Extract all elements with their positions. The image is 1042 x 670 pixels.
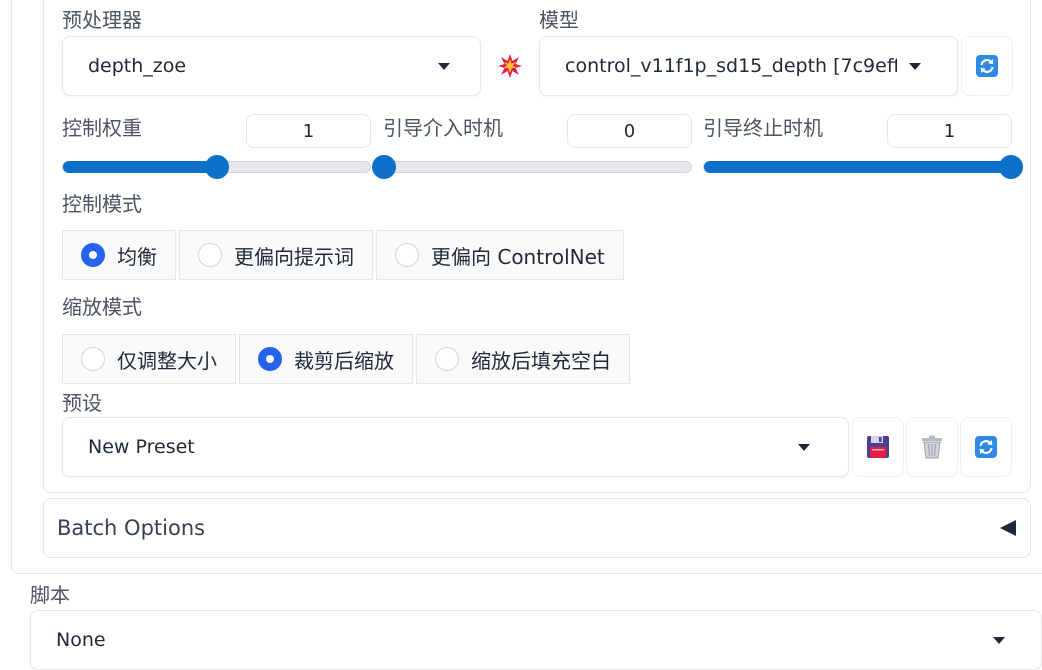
explosion-icon [498, 54, 522, 78]
save-preset-button[interactable] [852, 417, 904, 477]
chevron-down-icon [438, 62, 450, 70]
radio-option-label: 缩放后填充空白 [471, 348, 611, 373]
control-mode-option[interactable]: 更偏向 ControlNet [376, 230, 624, 280]
batch-options-accordion[interactable]: Batch Options [43, 498, 1031, 558]
chevron-down-icon [993, 636, 1005, 644]
preprocessor-value: depth_zoe [88, 55, 187, 77]
end-slider-fill [704, 161, 1011, 173]
start-slider[interactable] [372, 155, 692, 179]
radio-option-label: 仅调整大小 [117, 348, 217, 373]
script-dropdown[interactable]: None [30, 610, 1042, 670]
model-value: control_v11f1p_sd15_depth [7c9eff16] [565, 55, 897, 77]
end-label: 引导终止时机 [703, 116, 823, 140]
resize-mode-option[interactable]: 裁剪后缩放 [239, 334, 413, 384]
radio-button[interactable] [395, 243, 419, 267]
chevron-down-icon [798, 443, 810, 451]
radio-button[interactable] [258, 347, 282, 371]
radio-option-label: 更偏向提示词 [234, 244, 354, 269]
collapse-arrow-icon [1000, 520, 1016, 536]
floppy-disk-icon [867, 436, 889, 458]
end-number-input[interactable]: 1 [887, 114, 1012, 148]
end-slider-thumb[interactable] [999, 155, 1023, 179]
model-label: 模型 [539, 8, 579, 32]
preset-label: 预设 [62, 391, 102, 415]
start-label: 引导介入时机 [383, 116, 503, 140]
refresh-icon [976, 55, 998, 77]
weight-slider[interactable] [62, 155, 371, 179]
radio-button[interactable] [435, 347, 459, 371]
control-mode-radio-group: 均衡 更偏向提示词 更偏向 ControlNet [62, 230, 624, 280]
preset-value: New Preset [88, 436, 195, 458]
control-mode-option[interactable]: 更偏向提示词 [179, 230, 373, 280]
weight-slider-thumb[interactable] [204, 155, 229, 179]
start-number-input[interactable]: 0 [567, 114, 692, 148]
radio-button[interactable] [81, 347, 105, 371]
refresh-models-button[interactable] [961, 36, 1013, 96]
resize-mode-option[interactable]: 缩放后填充空白 [416, 334, 630, 384]
preset-dropdown[interactable]: New Preset [62, 417, 849, 477]
resize-mode-option[interactable]: 仅调整大小 [62, 334, 236, 384]
control-mode-label: 控制模式 [62, 192, 142, 216]
batch-options-label: Batch Options [57, 516, 206, 540]
radio-option-label: 均衡 [117, 244, 157, 269]
preprocessor-label: 预处理器 [62, 8, 142, 32]
script-label: 脚本 [30, 583, 70, 607]
radio-option-label: 更偏向 ControlNet [431, 244, 605, 269]
chevron-down-icon [909, 62, 921, 70]
radio-option-label: 裁剪后缩放 [294, 348, 394, 373]
resize-mode-label: 缩放模式 [62, 295, 142, 319]
weight-label: 控制权重 [62, 116, 142, 140]
end-slider[interactable] [703, 155, 1023, 179]
model-dropdown[interactable]: control_v11f1p_sd15_depth [7c9eff16] [539, 36, 958, 96]
refresh-icon [975, 436, 997, 458]
weight-number-input[interactable]: 1 [246, 114, 371, 148]
refresh-presets-button[interactable] [960, 417, 1012, 477]
run-preprocessor-button[interactable] [484, 36, 536, 96]
radio-button[interactable] [81, 243, 105, 267]
resize-mode-radio-group: 仅调整大小 裁剪后缩放 缩放后填充空白 [62, 334, 630, 384]
start-slider-thumb[interactable] [372, 155, 396, 179]
delete-preset-button[interactable] [906, 417, 958, 477]
preprocessor-dropdown[interactable]: depth_zoe [62, 36, 481, 96]
weight-slider-fill [63, 161, 217, 173]
control-mode-option[interactable]: 均衡 [62, 230, 176, 280]
trash-icon [922, 435, 942, 459]
script-value: None [56, 629, 106, 651]
radio-button[interactable] [198, 243, 222, 267]
